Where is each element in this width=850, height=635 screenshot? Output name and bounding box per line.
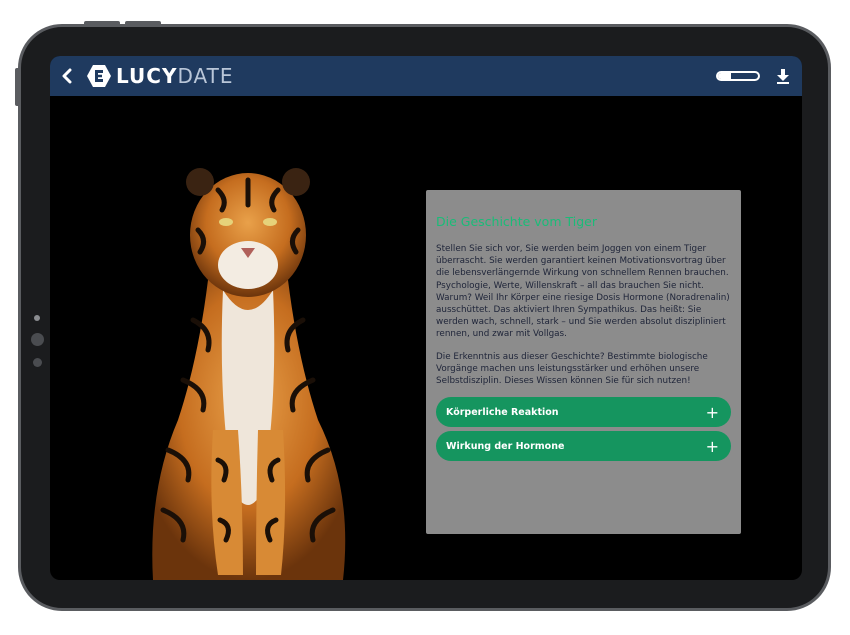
- plus-icon: +: [705, 436, 719, 456]
- app-header: LUCYDATE: [50, 56, 802, 96]
- back-button[interactable]: [50, 56, 84, 96]
- accordion-wirkung-der-hormone[interactable]: Wirkung der Hormone +: [436, 431, 731, 462]
- card-paragraph-1: Stellen Sie sich vor, Sie werden beim Jo…: [436, 244, 730, 340]
- chevron-left-icon: [62, 68, 72, 84]
- app-logo: LUCYDATE: [86, 64, 233, 88]
- progress-bar: [716, 71, 760, 81]
- accordion-koerperliche-reaktion[interactable]: Körperliche Reaktion +: [436, 397, 731, 428]
- camera-lens: [31, 333, 44, 346]
- progress-fill: [718, 73, 731, 79]
- accordion-label: Wirkung der Hormone: [446, 440, 565, 452]
- card-title: Die Geschichte vom Tiger: [436, 214, 597, 229]
- plus-icon: +: [705, 402, 719, 422]
- header-actions: [716, 56, 790, 96]
- card-paragraph-2: Die Erkenntnis aus dieser Geschichte? Be…: [436, 351, 708, 387]
- logo-suffix: DATE: [177, 64, 234, 88]
- camera-flash: [33, 358, 42, 367]
- tiger-image: [152, 168, 346, 580]
- logo-brand: LUCY: [116, 64, 178, 88]
- lucydate-logo-icon: [87, 65, 111, 87]
- camera-sensor: [34, 315, 40, 321]
- accordion-label: Körperliche Reaktion: [446, 406, 559, 418]
- download-icon[interactable]: [776, 68, 790, 84]
- screen: LUCYDATE Die Geschichte vom Tiger Stelle…: [50, 56, 802, 580]
- info-card: Die Geschichte vom Tiger Stellen Sie sic…: [426, 190, 741, 534]
- logo-wordmark: LUCYDATE: [116, 64, 233, 88]
